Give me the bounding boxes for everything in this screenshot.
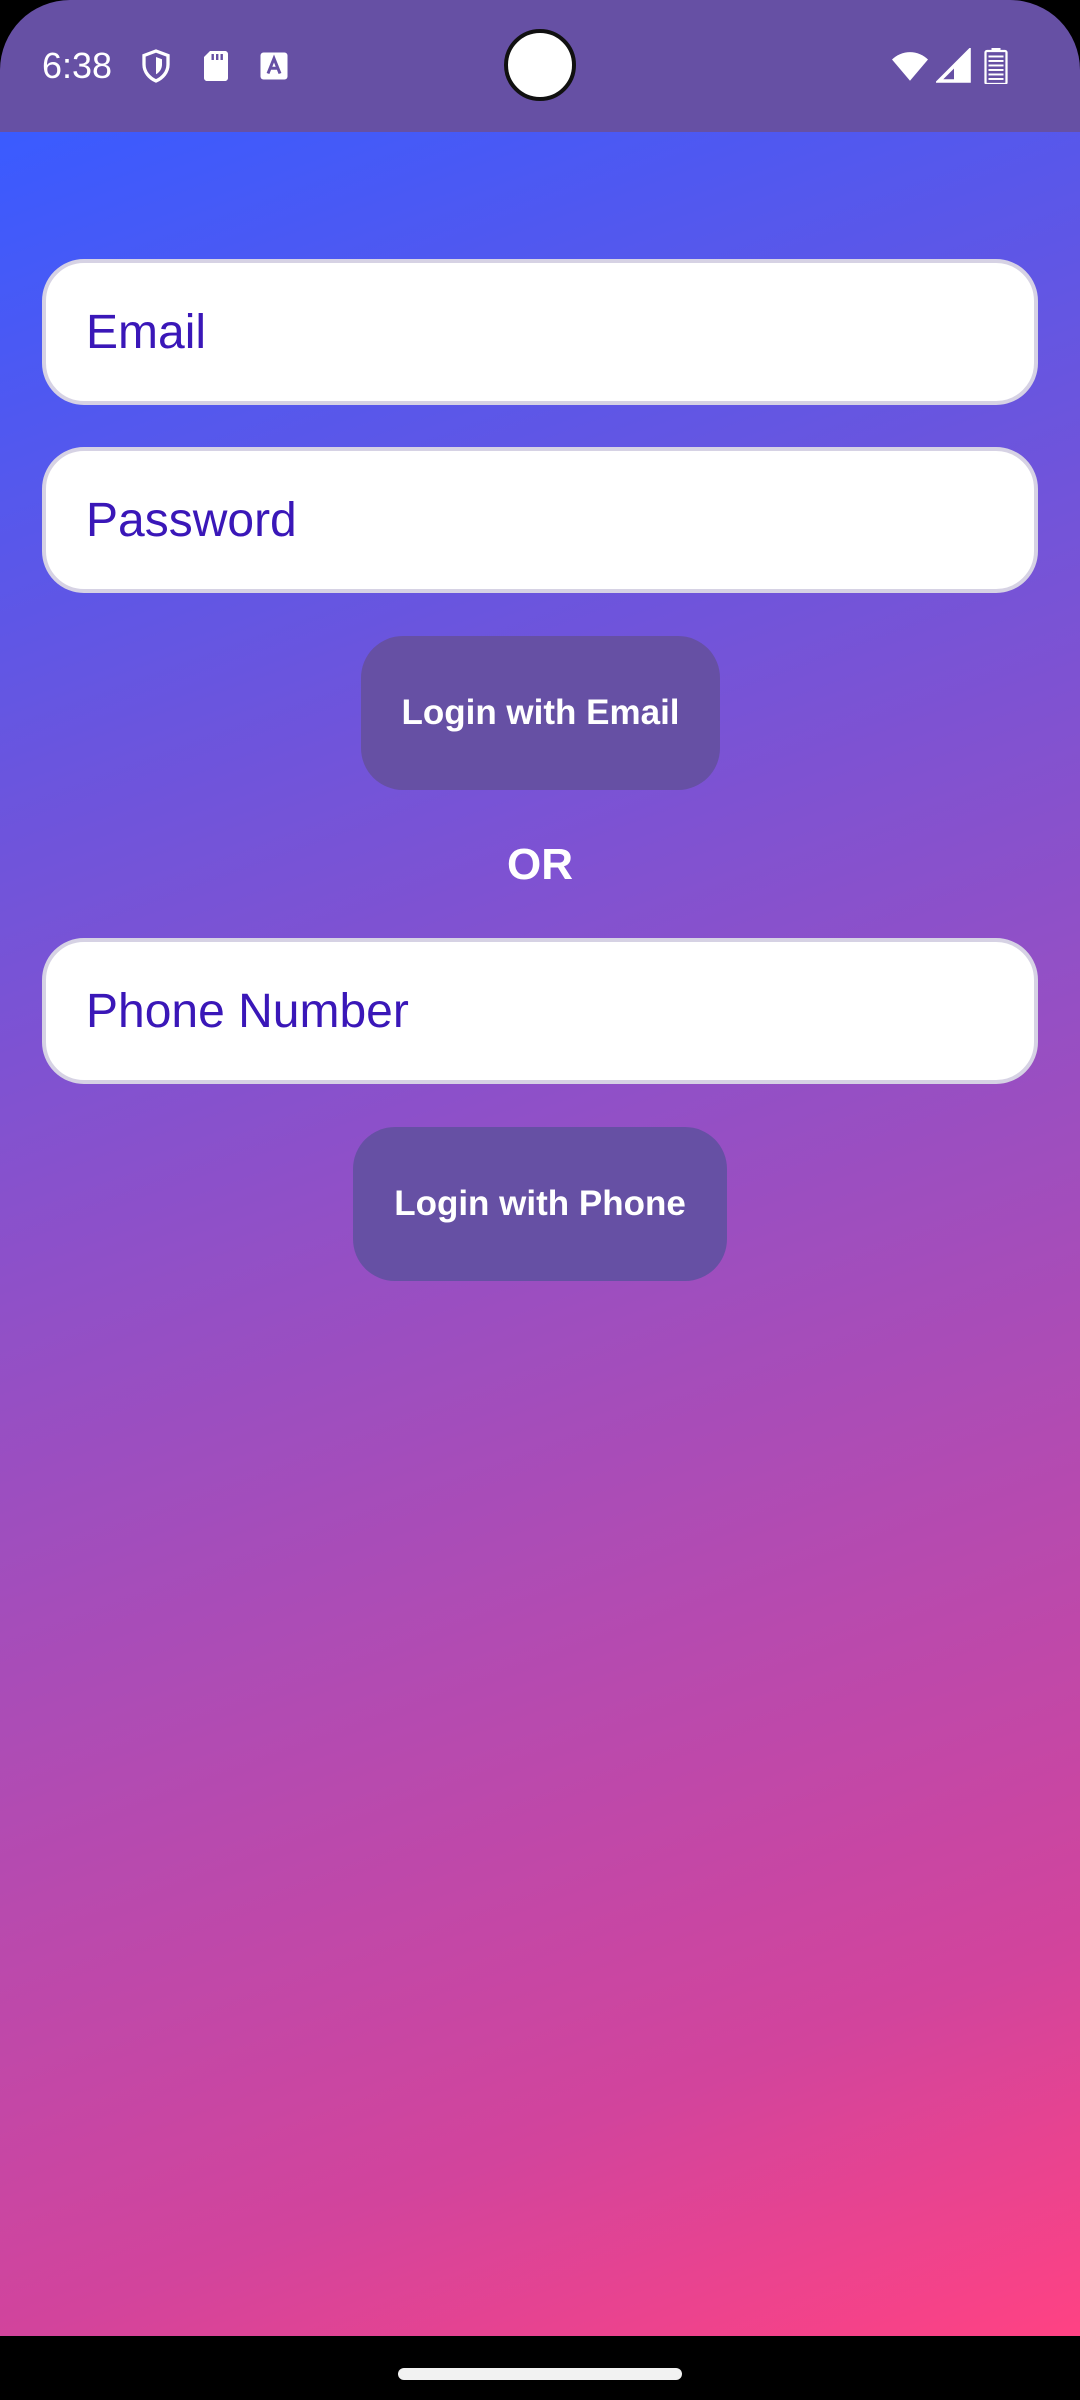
phone-screen: 6:38 Email Password Login with Email OR …: [0, 0, 1080, 2400]
status-time: 6:38: [42, 45, 113, 86]
login-email-button[interactable]: Login with Email: [361, 636, 720, 790]
font-a-icon: [256, 48, 292, 84]
or-divider-label: OR: [507, 840, 573, 889]
email-placeholder: Email: [86, 305, 207, 359]
shield-icon: [138, 48, 174, 84]
password-placeholder: Password: [86, 493, 297, 547]
phone-number-placeholder: Phone Number: [86, 984, 409, 1038]
status-bar: 6:38: [0, 0, 1080, 132]
home-gesture-handle[interactable]: [398, 2368, 682, 2380]
login-phone-button-label: Login with Phone: [394, 1184, 686, 1223]
navigation-bar: [0, 2336, 1080, 2400]
wifi-icon: [890, 48, 930, 84]
camera-cutout: [504, 29, 576, 101]
battery-icon: [984, 48, 1008, 86]
password-field[interactable]: Password: [42, 447, 1038, 593]
phone-number-field[interactable]: Phone Number: [42, 938, 1038, 1084]
login-email-button-label: Login with Email: [401, 693, 680, 732]
email-field[interactable]: Email: [42, 259, 1038, 405]
login-phone-button[interactable]: Login with Phone: [353, 1127, 727, 1281]
cell-signal-icon: [934, 46, 972, 84]
login-screen: Email Password Login with Email OR Phone…: [0, 132, 1080, 2336]
sd-card-icon: [198, 48, 234, 84]
